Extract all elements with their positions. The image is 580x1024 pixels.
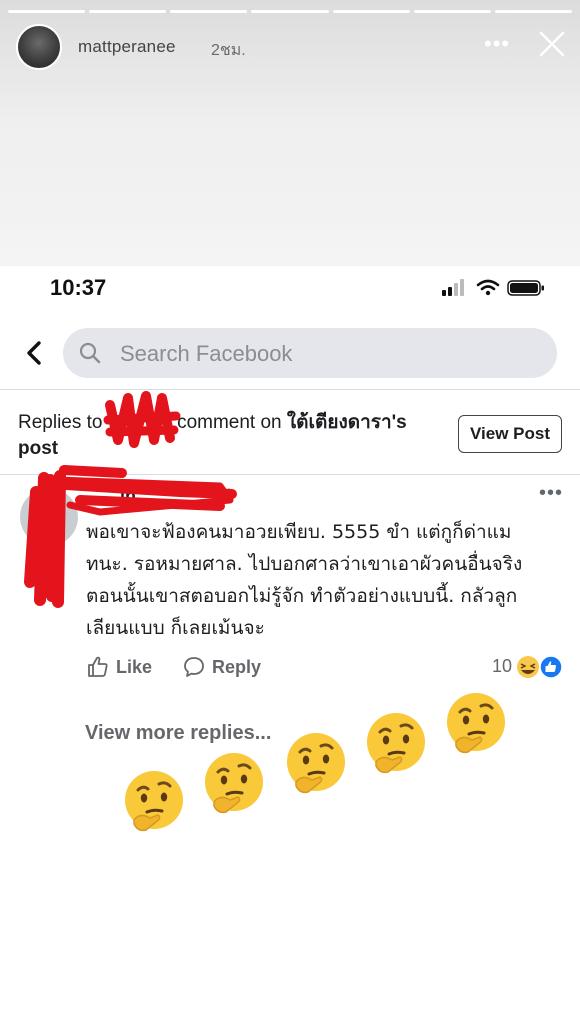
back-arrow-icon[interactable] xyxy=(22,338,46,368)
possessive: 's xyxy=(391,412,407,433)
story-username[interactable]: mattperanee xyxy=(78,37,176,57)
replies-title: Replies to comment on ใต้เตียงดารา's pos… xyxy=(18,410,448,462)
search-input[interactable]: Search Facebook xyxy=(63,328,557,378)
thinking-face-icon xyxy=(367,713,425,774)
replies-middle: comment on xyxy=(177,412,282,433)
view-more-replies-link[interactable]: View more replies... xyxy=(85,722,271,745)
close-icon[interactable] xyxy=(536,28,568,60)
progress-segment xyxy=(89,10,167,13)
thinking-face-icon xyxy=(205,753,263,814)
replies-prefix: Replies to xyxy=(18,412,103,433)
view-post-button[interactable]: View Post xyxy=(458,415,562,453)
search-icon xyxy=(79,342,101,364)
thinking-face-icon xyxy=(125,771,183,832)
divider xyxy=(0,474,580,475)
story-progress xyxy=(8,10,572,13)
page-name[interactable]: ใต้เตียงดารา xyxy=(287,412,392,433)
status-icons xyxy=(442,279,544,296)
facebook-screenshot: 10:37 Search Facebook Replies to comment xyxy=(0,266,580,1024)
more-dots-icon[interactable]: ••• xyxy=(539,482,563,505)
progress-segment xyxy=(8,10,86,13)
reply-icon xyxy=(184,657,204,677)
progress-segment xyxy=(332,10,410,13)
haha-icon xyxy=(517,656,539,678)
more-dots-icon[interactable]: ••• xyxy=(484,31,510,57)
thinking-face-icon xyxy=(447,693,505,754)
reaction-icons[interactable] xyxy=(515,653,565,681)
thinking-face-icon xyxy=(287,733,345,794)
like-button[interactable]: Like xyxy=(86,654,152,680)
like-icon xyxy=(88,656,108,677)
reaction-count[interactable]: 10 xyxy=(492,656,512,677)
post-word: post xyxy=(18,438,59,459)
comment-body: พอเขาจะฟ้องคนมาอวยเพียบ. 5555 ขำ แต่กูก็… xyxy=(86,521,523,639)
progress-segment xyxy=(251,10,329,13)
progress-segment xyxy=(170,10,248,13)
comment-time: d xyxy=(222,487,231,504)
story-time: 2ชม. xyxy=(211,42,246,59)
reply-label: Reply xyxy=(212,656,262,677)
comment-author[interactable]: ... ...in xyxy=(85,486,136,507)
reply-button[interactable]: Reply xyxy=(182,654,261,680)
avatar[interactable] xyxy=(16,24,62,70)
replies-header: Replies to comment on ใต้เตียงดารา's pos… xyxy=(0,390,580,474)
story-header: mattperanee 2ชม. ••• xyxy=(0,0,580,266)
like-label: Like xyxy=(116,656,153,677)
comment-avatar[interactable] xyxy=(20,488,78,546)
fb-header: Search Facebook xyxy=(0,324,580,388)
search-placeholder: Search Facebook xyxy=(120,341,293,366)
status-time: 10:37 xyxy=(50,275,107,300)
progress-segment xyxy=(494,10,572,13)
progress-segment xyxy=(413,10,491,13)
